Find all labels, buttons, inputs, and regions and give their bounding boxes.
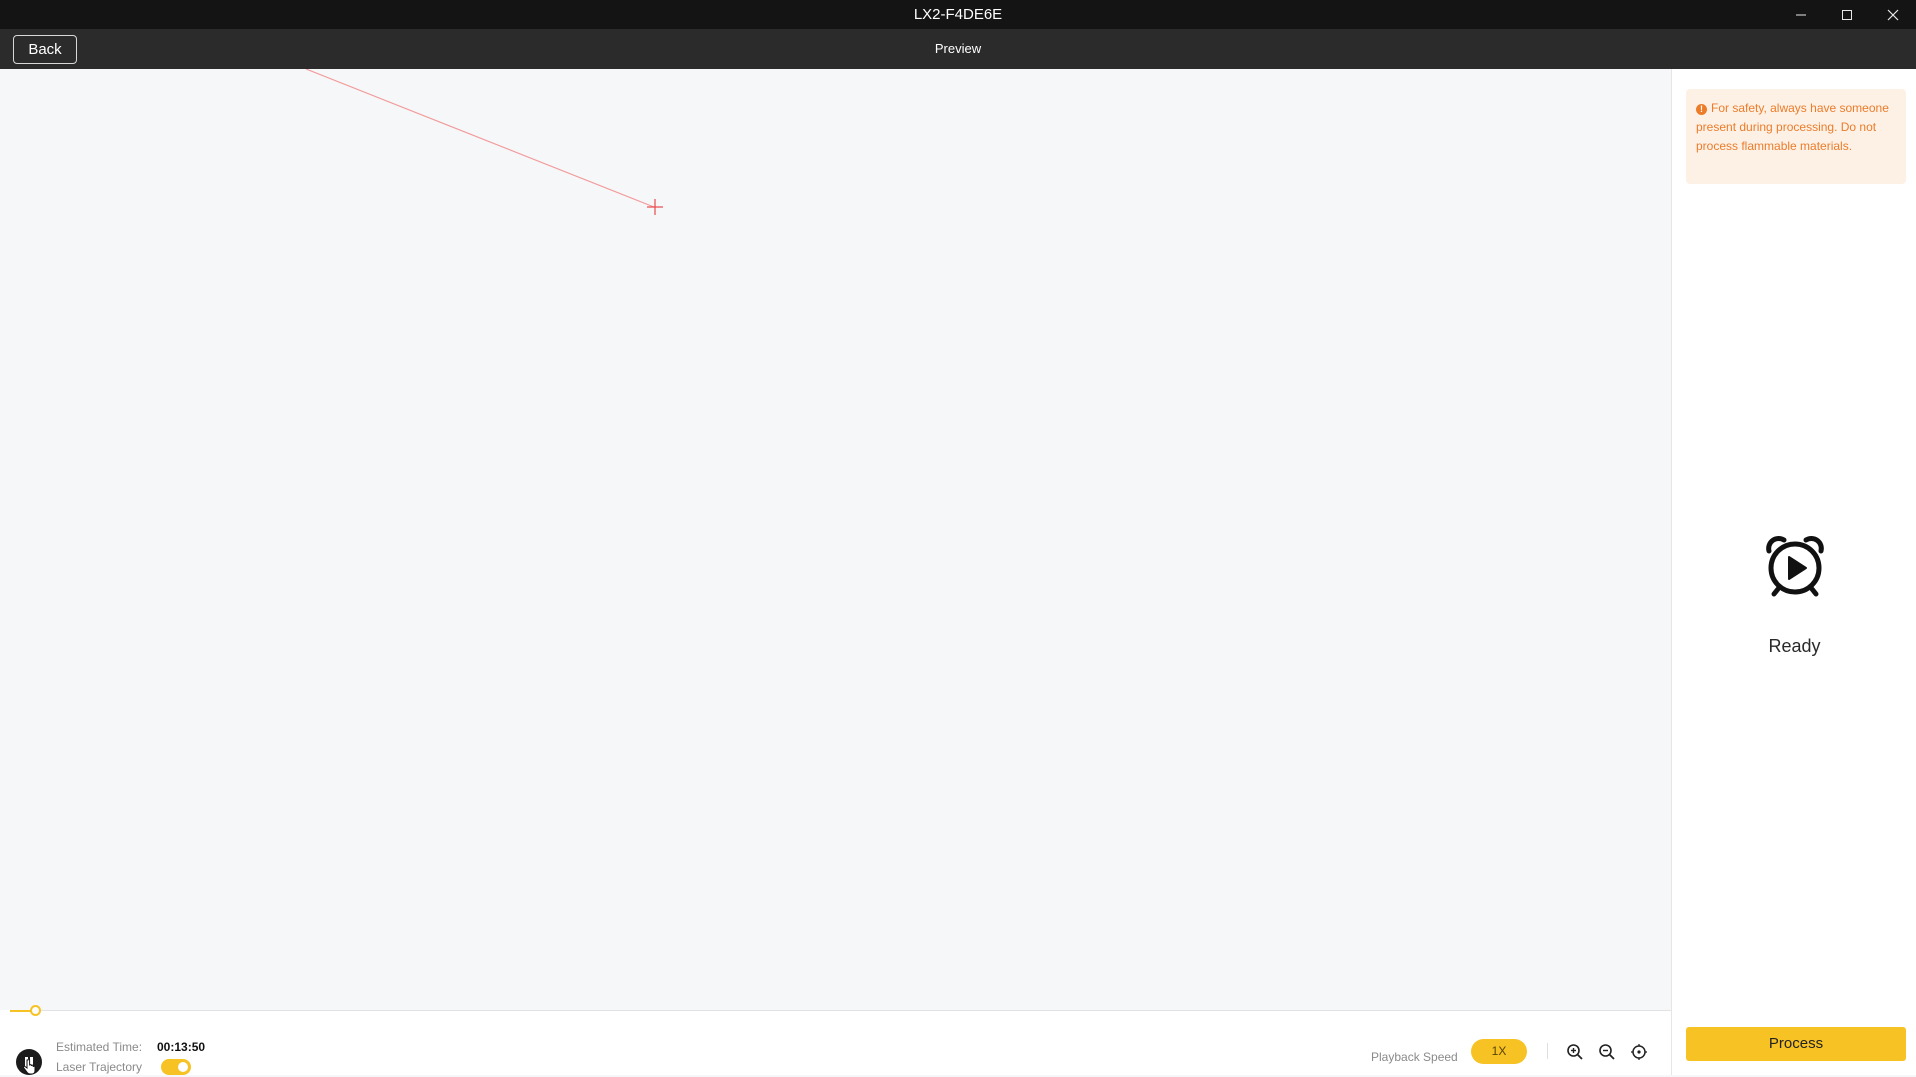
hand-cursor-icon [22,1059,36,1075]
fit-view-button[interactable] [1628,1041,1650,1063]
status-text: Ready [1768,636,1821,656]
alarm-clock-play-icon [1766,535,1824,597]
close-button[interactable] [1870,0,1916,29]
maximize-button[interactable] [1824,0,1870,29]
status-panel: ! For safety, always have someone present… [1671,69,1916,1075]
playback-bar: Estimated Time: 00:13:50 Laser Trajector… [0,1005,1671,1075]
estimated-time-value: 00:13:50 [157,1040,206,1054]
timeline-track[interactable] [10,1010,1671,1011]
fit-view-icon [1631,1044,1647,1060]
toggle-knob [178,1062,188,1072]
playback-speed-label: Playback Speed [1371,1050,1458,1064]
estimated-time-label: Estimated Time: [56,1040,143,1054]
minimize-icon [1796,14,1806,15]
preview-canvas[interactable] [0,69,1671,1010]
playback-speed-selector[interactable]: 1X [1471,1039,1527,1064]
toolbar: Back Preview [0,29,1916,69]
maximize-icon [1842,9,1852,20]
laser-trajectory-toggle[interactable] [161,1059,191,1075]
zoom-out-button[interactable] [1596,1041,1618,1063]
window-title-bar: LX2-F4DE6E [0,0,1916,29]
window-title: LX2-F4DE6E [913,6,1003,23]
laser-trajectory-line [305,69,655,208]
page-title: Preview [934,41,982,56]
minimize-button[interactable] [1778,0,1824,29]
toolbar-divider [1547,1043,1548,1059]
safety-notice: ! For safety, always have someone present… [1686,89,1906,184]
zoom-out-icon [1599,1044,1615,1060]
process-button[interactable]: Process [1686,1027,1906,1061]
laser-trajectory-label: Laser Trajectory [56,1060,143,1074]
warning-icon: ! [1696,104,1707,115]
safety-notice-text: For safety, always have someone present … [1696,101,1889,153]
close-icon [1887,9,1899,20]
timeline-slider-handle[interactable] [29,1005,41,1016]
trajectory-drawing [305,69,663,215]
laser-head-crosshair [647,199,663,215]
zoom-in-icon [1567,1044,1583,1060]
zoom-in-button[interactable] [1564,1041,1586,1063]
